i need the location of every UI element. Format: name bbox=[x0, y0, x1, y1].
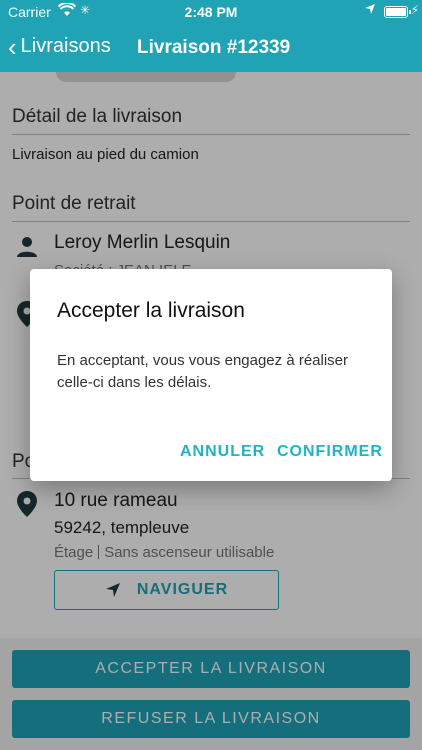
navigation-bar: ‹ Livraisons Livraison #12339 bbox=[0, 24, 422, 72]
battery-icon bbox=[384, 6, 411, 18]
status-time: 2:48 PM bbox=[184, 4, 238, 20]
back-button[interactable]: ‹ Livraisons bbox=[8, 31, 111, 62]
cancel-button[interactable]: ANNULER bbox=[180, 443, 265, 461]
accept-dialog: Accepter la livraison En acceptant, vous… bbox=[30, 269, 392, 481]
dialog-title: Accepter la livraison bbox=[57, 299, 245, 322]
location-arrow-icon bbox=[364, 3, 376, 18]
page-title: Livraison #12339 bbox=[137, 37, 291, 58]
back-chevron-icon: ‹ bbox=[8, 31, 17, 62]
status-bar: Carrier ✳ 2:48 PM ⚡ bbox=[0, 0, 422, 24]
charging-bolt-icon: ⚡ bbox=[410, 3, 419, 17]
dialog-body: En acceptant, vous vous engagez à réalis… bbox=[57, 352, 349, 391]
back-label: Livraisons bbox=[20, 35, 111, 57]
confirm-button[interactable]: CONFIRMER bbox=[277, 443, 383, 461]
